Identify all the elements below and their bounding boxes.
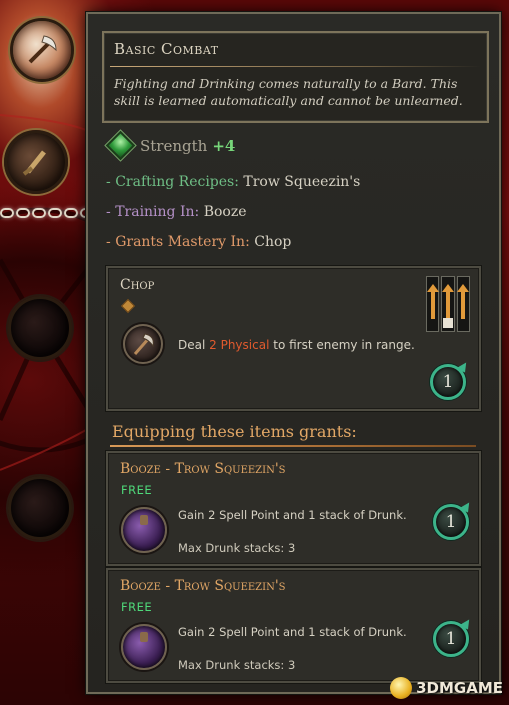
item-effect: Gain 2 Spell Point and 1 stack of Drunk. bbox=[178, 508, 407, 522]
equip-heading: Equipping these items grants: bbox=[112, 422, 357, 441]
rune-icon bbox=[120, 298, 136, 314]
ability-damage: 2 Physical bbox=[209, 338, 270, 352]
item-note: Max Drunk stacks: 3 bbox=[178, 658, 296, 672]
grants-mastery-value: Chop bbox=[254, 234, 292, 250]
stat-bonus: Strength +4 bbox=[105, 130, 236, 161]
watermark-logo-icon bbox=[390, 677, 413, 699]
watermark-text: 3DMGAME bbox=[416, 679, 503, 697]
item-effect: Gain 2 Spell Point and 1 stack of Drunk. bbox=[178, 625, 407, 639]
item-note: Max Drunk stacks: 3 bbox=[178, 541, 296, 555]
stat-value: +4 bbox=[212, 136, 236, 155]
item-cooldown: 1 bbox=[445, 512, 457, 532]
bottle-icon bbox=[22, 150, 46, 176]
chop-icon[interactable] bbox=[123, 324, 163, 364]
skill-title: Basic Combat bbox=[114, 40, 219, 58]
skill-node-basic-combat[interactable] bbox=[10, 18, 74, 82]
axe-icon bbox=[28, 35, 57, 64]
crafting-recipes-value: Trow Squeezin's bbox=[243, 174, 361, 190]
item-cost: FREE bbox=[121, 483, 153, 497]
chop-glyph bbox=[133, 333, 154, 355]
cooldown-icon: 1 bbox=[433, 621, 469, 657]
crafting-recipes-label: Crafting Recipes: bbox=[115, 174, 239, 190]
equip-item-card: Booze - Trow Squeezin's FREE Gain 2 Spel… bbox=[106, 568, 481, 683]
ability-cooldown: 1 bbox=[442, 372, 454, 392]
chain-decoration bbox=[0, 206, 100, 220]
skill-tooltip: Basic Combat Fighting and Drinking comes… bbox=[86, 12, 501, 694]
ability-description: Deal 2 Physical to first enemy in range. bbox=[178, 338, 415, 352]
ability-name: Chop bbox=[120, 277, 155, 293]
equip-item-card: Booze - Trow Squeezin's FREE Gain 2 Spel… bbox=[106, 451, 481, 566]
training-in-line: - Training In: Booze bbox=[106, 204, 247, 220]
watermark: 3DMGAME bbox=[390, 677, 503, 699]
ability-card-chop: Chop Deal 2 Physical to first enemy in r… bbox=[106, 266, 481, 411]
item-cooldown: 1 bbox=[445, 629, 457, 649]
equip-divider bbox=[110, 445, 476, 447]
skill-header: Basic Combat Fighting and Drinking comes… bbox=[102, 31, 489, 123]
green-gem-icon bbox=[105, 130, 136, 161]
crafting-recipes-line: - Crafting Recipes: Trow Squeezin's bbox=[106, 174, 361, 190]
item-title: Booze - Trow Squeezin's bbox=[120, 461, 286, 477]
cooldown-icon: 1 bbox=[433, 504, 469, 540]
title-divider bbox=[110, 66, 481, 67]
item-cost: FREE bbox=[121, 600, 153, 614]
skill-description: Fighting and Drinking comes naturally to… bbox=[114, 76, 463, 108]
potion-icon[interactable] bbox=[121, 507, 167, 553]
grants-mastery-line: - Grants Mastery In: Chop bbox=[106, 234, 292, 250]
potion-icon[interactable] bbox=[121, 624, 167, 670]
skill-node-3[interactable] bbox=[8, 296, 72, 360]
stat-name: Strength bbox=[140, 136, 208, 155]
range-grid-icon bbox=[426, 276, 470, 332]
training-in-label: Training In: bbox=[115, 204, 200, 220]
grants-mastery-label: Grants Mastery In: bbox=[115, 234, 250, 250]
ability-text-before: Deal bbox=[178, 338, 206, 352]
item-title: Booze - Trow Squeezin's bbox=[120, 578, 286, 594]
skill-node-4[interactable] bbox=[8, 476, 72, 540]
cooldown-icon: 1 bbox=[430, 364, 466, 400]
skill-node-2[interactable] bbox=[4, 130, 68, 194]
ability-text-after: to first enemy in range. bbox=[273, 338, 415, 352]
training-in-value: Booze bbox=[203, 204, 247, 220]
